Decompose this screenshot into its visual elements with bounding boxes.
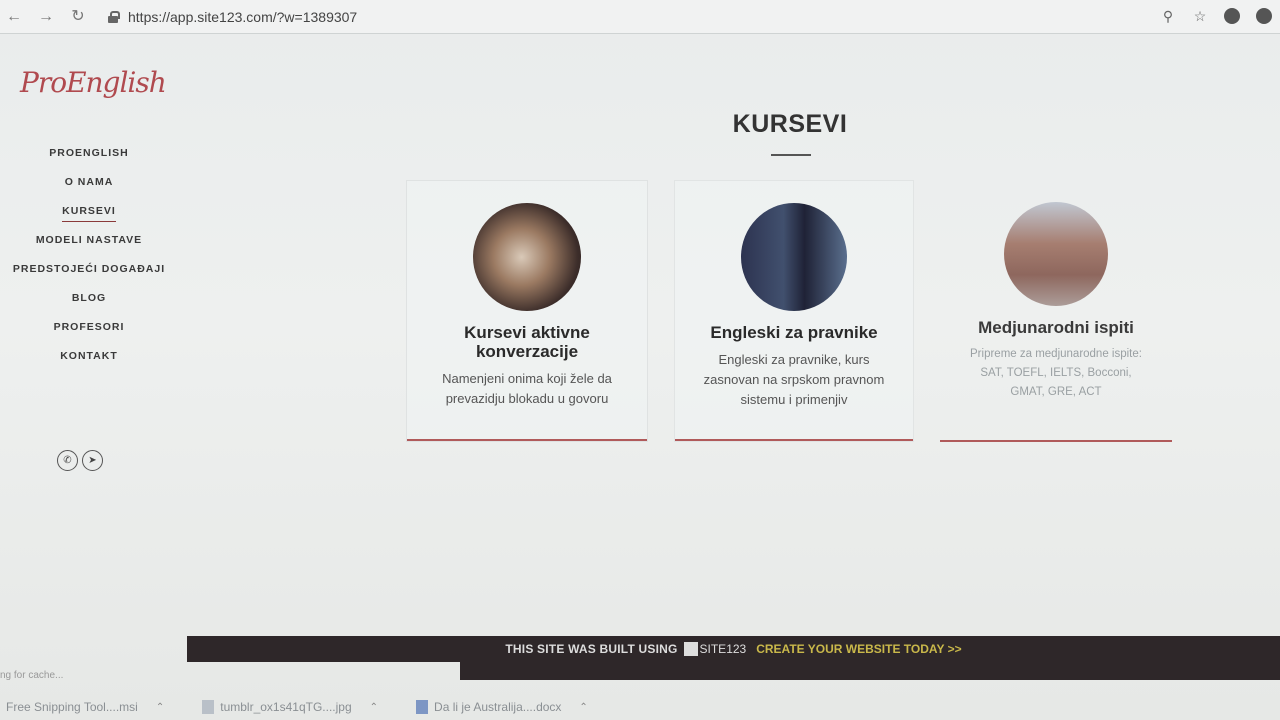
download-bar: Free Snipping Tool....msi ⌃ tumblr_ox1s4…	[0, 694, 1280, 720]
nav-label: PREDSTOJEĆI DOGAĐAJI	[12, 263, 166, 275]
nav-label: KONTAKT	[60, 350, 118, 362]
nav-label: PROFESORI	[53, 321, 125, 333]
course-card[interactable]: Kursevi aktivne konverzacije Namenjeni o…	[406, 180, 648, 442]
nav-item-proenglish[interactable]: PROENGLISH	[0, 142, 178, 171]
section-title: KURSEVI	[732, 110, 848, 138]
sidebar-nav: PROENGLISH O NAMA KURSEVI MODELI NASTAVE…	[0, 142, 178, 374]
card-underline	[940, 440, 1172, 442]
nav-label: KURSEVI	[62, 205, 116, 222]
chevron-up-icon[interactable]: ⌃	[156, 702, 164, 713]
card-title: Kursevi aktivne konverzacije	[464, 323, 590, 361]
nav-item-kontakt[interactable]: KONTAKT	[0, 345, 178, 374]
card-description: Namenjeni onima koji žele da prevazidju …	[442, 371, 612, 406]
star-icon[interactable]: ☆	[1192, 8, 1208, 24]
site123-icon	[683, 642, 698, 656]
nav-label: O NAMA	[64, 176, 114, 188]
download-item[interactable]: Da li je Australija....docx ⌃	[416, 700, 588, 714]
download-name: tumblr_ox1s41qTG....jpg	[220, 700, 352, 714]
course-card[interactable]: Medjunarodni ispiti Pripreme za medjunar…	[940, 180, 1172, 442]
word-file-icon	[416, 700, 429, 714]
extension-icon[interactable]	[1224, 8, 1240, 24]
nav-item-profesori[interactable]: PROFESORI	[0, 316, 178, 345]
card-image	[1004, 202, 1108, 306]
arrow-left-icon[interactable]: ←	[2, 5, 26, 29]
status-text: ng for cache...	[0, 670, 64, 681]
phone-icon[interactable]: ✆	[57, 450, 78, 471]
download-item[interactable]: Free Snipping Tool....msi ⌃	[6, 700, 164, 714]
browser-actions: ⚲ ☆	[1160, 8, 1272, 24]
nav-label: MODELI NASTAVE	[35, 234, 143, 246]
reload-icon[interactable]: ↻	[66, 5, 90, 29]
card-image	[473, 203, 581, 311]
card-underline	[675, 439, 913, 441]
site-logo[interactable]: ProEnglish	[20, 66, 167, 99]
profile-icon[interactable]	[1256, 8, 1272, 24]
download-name: Da li je Australija....docx	[434, 700, 562, 714]
nav-item-kursevi[interactable]: KURSEVI	[0, 200, 178, 229]
nav-label: PROENGLISH	[49, 147, 129, 159]
banner-lower	[460, 662, 1280, 680]
social-links: ✆ ➤	[57, 450, 103, 471]
chevron-up-icon[interactable]: ⌃	[370, 702, 378, 713]
download-name: Free Snipping Tool....msi	[6, 700, 138, 714]
address-bar[interactable]: https://app.site123.com/?w=1389307	[128, 9, 357, 25]
card-underline	[407, 439, 647, 441]
banner-text: THIS SITE WAS BUILT USING	[505, 642, 678, 656]
chevron-up-icon[interactable]: ⌃	[579, 702, 587, 713]
lock-icon	[108, 10, 120, 23]
location-arrow-icon[interactable]: ➤	[82, 450, 103, 471]
nav-label: BLOG	[71, 292, 107, 304]
nav-item-modeli-nastave[interactable]: MODELI NASTAVE	[0, 229, 178, 258]
search-icon[interactable]: ⚲	[1160, 8, 1176, 24]
nav-item-dogadjaji[interactable]: PREDSTOJEĆI DOGAĐAJI	[0, 258, 178, 287]
create-website-link[interactable]: CREATE YOUR WEBSITE TODAY >>	[756, 642, 961, 656]
card-description: Pripreme za medjunarodne ispite: SAT, TO…	[970, 348, 1142, 398]
browser-toolbar: ← → ↻ https://app.site123.com/?w=1389307…	[0, 0, 1280, 34]
nav-item-blog[interactable]: BLOG	[0, 287, 178, 316]
card-image	[741, 203, 847, 311]
card-description: Engleski za pravnike, kurs zasnovan na s…	[703, 352, 885, 407]
course-card[interactable]: Engleski za pravnike Engleski za pravnik…	[674, 180, 914, 442]
card-title: Engleski za pravnike	[710, 323, 878, 342]
title-divider	[771, 154, 811, 156]
arrow-right-icon[interactable]: →	[34, 5, 58, 29]
download-item[interactable]: tumblr_ox1s41qTG....jpg ⌃	[202, 700, 378, 714]
nav-item-o-nama[interactable]: O NAMA	[0, 171, 178, 200]
brand-text: SITE123	[699, 642, 747, 656]
site123-banner[interactable]: THIS SITE WAS BUILT USING SITE123 CREATE…	[187, 636, 1280, 680]
card-title: Medjunarodni ispiti	[978, 318, 1134, 337]
image-file-icon	[202, 700, 215, 714]
site123-logo: SITE123	[683, 642, 747, 656]
